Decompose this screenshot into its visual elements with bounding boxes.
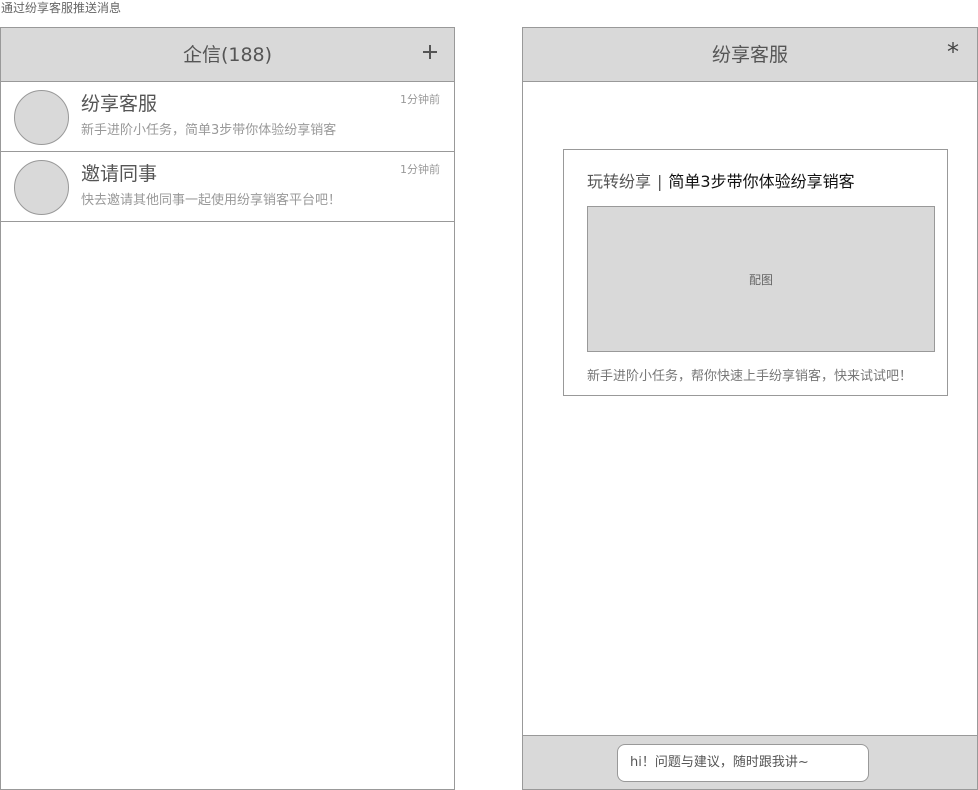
chat-name: 邀请同事 (81, 163, 158, 185)
chat-item-invite-colleagues[interactable]: 邀请同事 快去邀请其他同事一起使用纷享销客平台吧！ 1分钟前 (1, 152, 454, 222)
card-title: 玩转纷享 | 简单3步带你体验纷享销客 (587, 170, 855, 194)
chat-title: 纷享客服 (711, 44, 788, 66)
chat-time: 1分钟前 (400, 93, 440, 106)
chat-preview: 新手进阶小任务，简单3步带你体验纷享销客 (81, 123, 337, 138)
chat-item-customer-service[interactable]: 纷享客服 新手进阶小任务，简单3步带你体验纷享销客 1分钟前 (1, 82, 454, 152)
message-list-screen: 企信(188) 纷享客服 新手进阶小任务，简单3步带你体验纷享销客 1分钟前 邀… (0, 27, 455, 790)
message-input-placeholder: hi！问题与建议，随时跟我讲~ (630, 755, 809, 770)
chat-name: 纷享客服 (81, 93, 158, 115)
message-list-title: 企信(188) (182, 44, 273, 66)
avatar (14, 90, 69, 145)
chat-screen: 纷享客服 * 玩转纷享 | 简单3步带你体验纷享销客 配图 新手进阶小任务，帮你快速… (522, 27, 978, 790)
message-list-header: 企信(188) (1, 28, 454, 82)
message-card[interactable]: 玩转纷享 | 简单3步带你体验纷享销客 配图 新手进阶小任务，帮你快速上手纷享销客，… (563, 149, 948, 396)
avatar (14, 160, 69, 215)
card-title-separator: | (657, 172, 663, 191)
card-title-main: 简单3步带你体验纷享销客 (668, 172, 855, 191)
message-input[interactable]: hi！问题与建议，随时跟我讲~ (617, 744, 869, 782)
page-caption: 通过纷享客服推送消息 (1, 1, 122, 15)
plus-icon[interactable] (420, 42, 440, 62)
chat-time: 1分钟前 (400, 163, 440, 176)
chat-preview: 快去邀请其他同事一起使用纷享销客平台吧！ (81, 193, 342, 208)
card-description: 新手进阶小任务，帮你快速上手纷享销客，快来试试吧！ (587, 369, 913, 384)
chat-header: 纷享客服 * (523, 28, 977, 82)
close-icon[interactable]: * (947, 40, 959, 64)
card-image-label: 配图 (748, 272, 773, 287)
chat-footer: hi！问题与建议，随时跟我讲~ (523, 735, 977, 789)
card-title-prefix: 玩转纷享 (587, 172, 652, 191)
card-image-placeholder: 配图 (587, 206, 935, 352)
